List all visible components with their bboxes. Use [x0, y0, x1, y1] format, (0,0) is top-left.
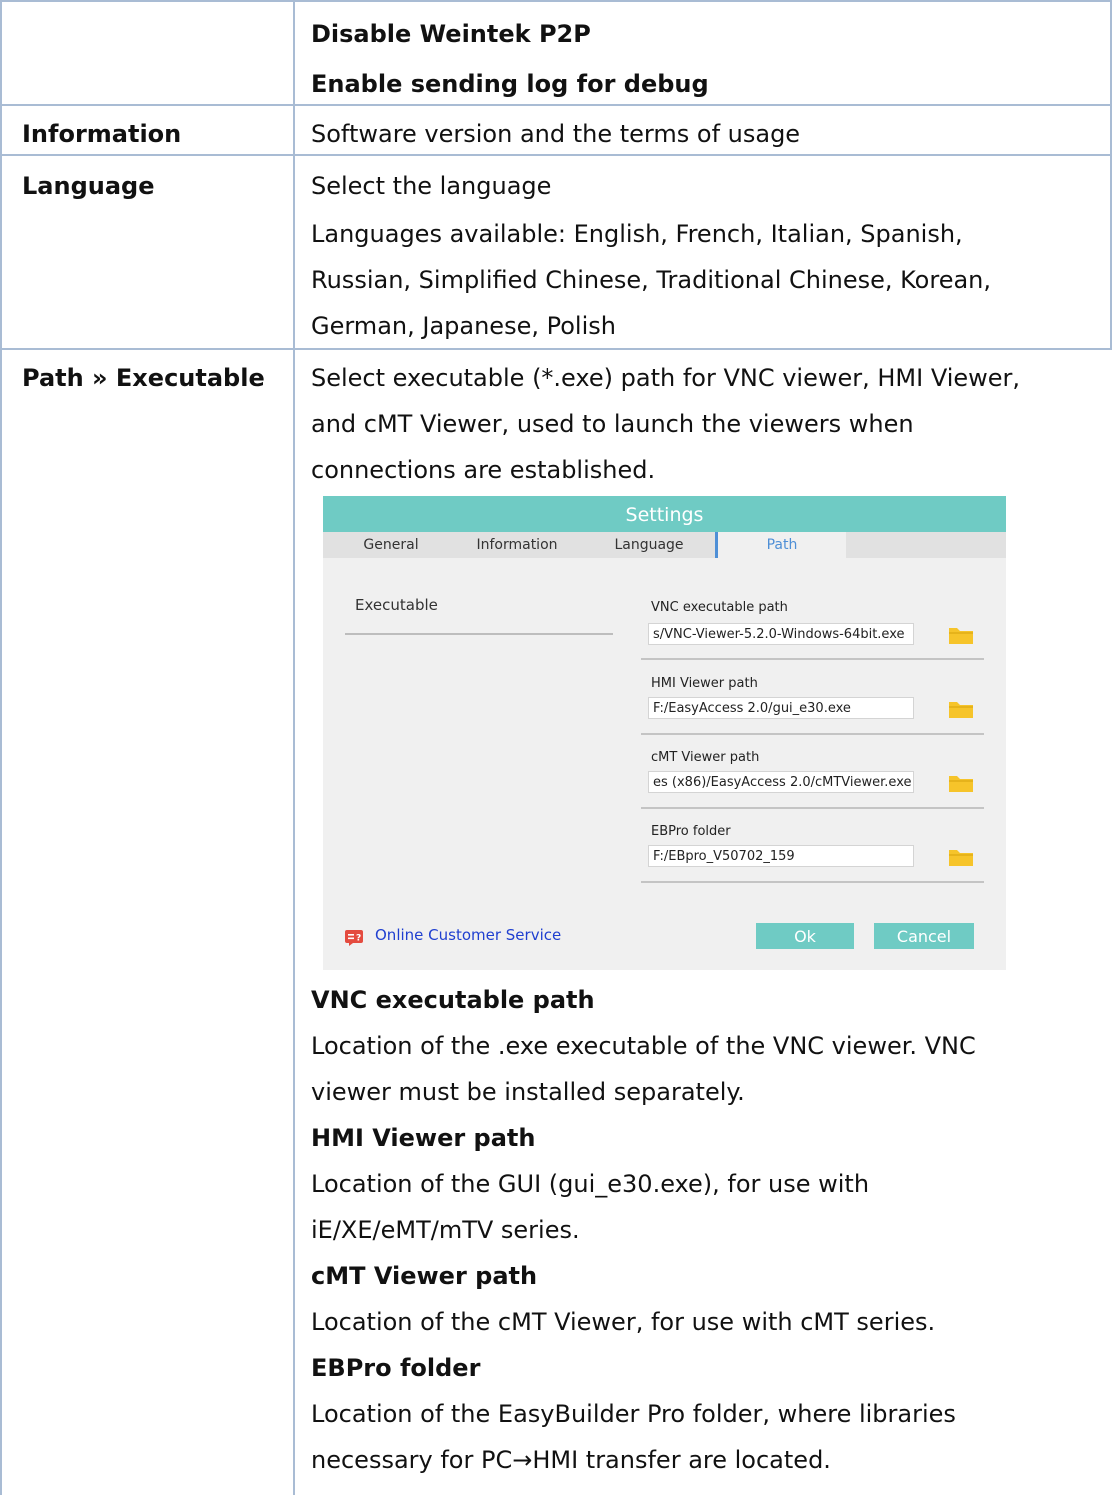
tab-path[interactable]: Path	[715, 532, 846, 558]
cmt-viewer-path-label: cMT Viewer path	[651, 750, 760, 765]
executable-section-label[interactable]: Executable	[355, 596, 438, 614]
hmi-viewer-path-description: iE/XE/eMT/mTV series.	[311, 1216, 580, 1244]
hmi-viewer-path-description: Location of the GUI (gui_e30.exe), for u…	[311, 1170, 870, 1198]
hmi-viewer-path-label: HMI Viewer path	[651, 676, 758, 691]
field-divider	[641, 881, 984, 883]
option-enable-debug-log: Enable sending log for debug	[311, 70, 709, 98]
table-border-top	[0, 0, 1112, 2]
row-divider	[0, 348, 1112, 350]
table-border-left	[0, 0, 2, 1495]
language-line: Languages available: English, French, It…	[311, 220, 963, 248]
row-divider	[0, 154, 1112, 156]
language-line: German, Japanese, Polish	[311, 312, 616, 340]
information-text: Software version and the terms of usage	[311, 120, 801, 148]
online-customer-service-link[interactable]: Online Customer Service	[375, 926, 561, 944]
language-line: Russian, Simplified Chinese, Traditional…	[311, 266, 992, 294]
field-divider	[641, 658, 984, 660]
vnc-path-input[interactable]: s/VNC-Viewer-5.2.0-Windows-64bit.exe	[648, 623, 914, 645]
hmi-viewer-path-heading: HMI Viewer path	[311, 1124, 536, 1152]
row-label-path-executable: Path » Executable	[22, 364, 265, 392]
folder-icon[interactable]	[948, 847, 974, 867]
tab-general[interactable]: General	[341, 532, 441, 558]
row-label-language: Language	[22, 172, 155, 200]
ebpro-folder-description: necessary for PC→HMI transfer are locate…	[311, 1446, 831, 1474]
tab-language[interactable]: Language	[599, 532, 699, 558]
section-divider	[345, 633, 613, 635]
vnc-path-label: VNC executable path	[651, 600, 788, 615]
dialog-title: Settings	[323, 496, 1006, 532]
cancel-button[interactable]: Cancel	[874, 923, 974, 949]
ebpro-folder-heading: EBPro folder	[311, 1354, 481, 1382]
ebpro-folder-input[interactable]: F:/EBpro_V50702_159	[648, 845, 914, 867]
settings-description-table: Disable Weintek P2P Enable sending log f…	[0, 0, 1112, 1495]
tab-information[interactable]: Information	[465, 532, 569, 558]
folder-icon[interactable]	[948, 699, 974, 719]
svg-text:?: ?	[356, 934, 361, 944]
cmt-viewer-path-input[interactable]: es (x86)/EasyAccess 2.0/cMTViewer.exe	[648, 771, 914, 793]
vnc-path-description: viewer must be installed separately.	[311, 1078, 745, 1106]
tab-bar: General Information Language Path	[323, 532, 1006, 558]
option-disable-p2p: Disable Weintek P2P	[311, 20, 591, 48]
field-divider	[641, 733, 984, 735]
folder-icon[interactable]	[948, 773, 974, 793]
vnc-path-description: Location of the .exe executable of the V…	[311, 1032, 976, 1060]
vnc-path-heading: VNC executable path	[311, 986, 595, 1014]
chat-icon[interactable]: ?	[345, 930, 363, 946]
column-divider	[293, 0, 295, 1495]
path-intro-line: Select executable (*.exe) path for VNC v…	[311, 364, 1021, 392]
language-line: Select the language	[311, 172, 552, 200]
path-intro-line: connections are established.	[311, 456, 656, 484]
cmt-viewer-path-heading: cMT Viewer path	[311, 1262, 538, 1290]
path-intro-line: and cMT Viewer, used to launch the viewe…	[311, 410, 914, 438]
folder-icon[interactable]	[948, 625, 974, 645]
cmt-viewer-path-description: Location of the cMT Viewer, for use with…	[311, 1308, 936, 1336]
row-label-information: Information	[22, 120, 182, 148]
field-divider	[641, 807, 984, 809]
row-divider	[0, 104, 1112, 106]
ok-button[interactable]: Ok	[756, 923, 854, 949]
hmi-viewer-path-input[interactable]: F:/EasyAccess 2.0/gui_e30.exe	[648, 697, 914, 719]
ebpro-folder-description: Location of the EasyBuilder Pro folder, …	[311, 1400, 956, 1428]
ebpro-folder-label: EBPro folder	[651, 824, 731, 839]
settings-dialog: Settings General Information Language Pa…	[323, 496, 1006, 970]
